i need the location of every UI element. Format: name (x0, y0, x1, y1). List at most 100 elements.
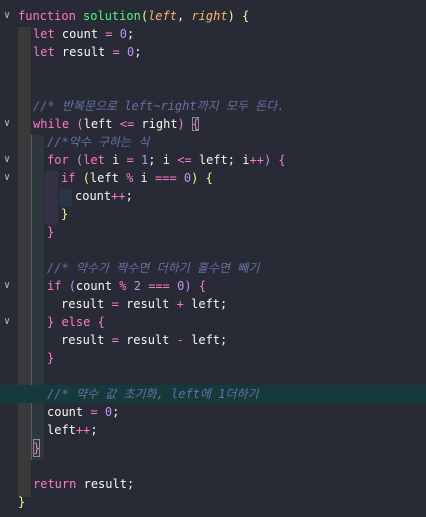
brace: } (47, 315, 55, 329)
current-line[interactable]: //* 약수 값 초기화, left에 1더하기 (0, 385, 426, 403)
operator: = (112, 45, 120, 59)
number: 0 (119, 27, 127, 41)
code-line[interactable]: //* 약수가 짝수면 더하기 홀수면 빼기 (0, 259, 426, 277)
identifier: result (61, 297, 105, 311)
keyword: if (61, 171, 76, 185)
code-line[interactable]: ∨ function solution(left, right) { (0, 7, 426, 25)
identifier: result (61, 45, 106, 59)
chevron-down-icon[interactable]: ∨ (1, 169, 13, 187)
identifier: left (47, 423, 76, 437)
identifier: i (162, 153, 170, 167)
comment: //* 약수가 짝수면 더하기 홀수면 빼기 (47, 261, 260, 275)
operator: = (105, 27, 113, 41)
code-line[interactable]: //* 반복문으로 left~right까지 모두 돈다. (0, 97, 426, 115)
chevron-down-icon[interactable]: ∨ (1, 7, 13, 25)
identifier: count (75, 189, 112, 203)
comment: //* 반복문으로 left~right까지 모두 돈다. (33, 99, 285, 113)
operator: === (155, 171, 177, 185)
identifier: result (126, 333, 170, 347)
code-line[interactable]: } (0, 439, 426, 457)
identifier: result (61, 333, 105, 347)
code-line[interactable]: ∨ if (left % i === 0) { (0, 169, 426, 187)
identifier: result (126, 297, 170, 311)
operator: <= (177, 153, 192, 167)
punct: ; (134, 45, 142, 59)
identifier: i (112, 153, 120, 167)
brace: } (33, 439, 41, 457)
code-line[interactable]: } (0, 205, 426, 223)
paren: ) (191, 171, 199, 185)
code-line[interactable]: result = result + left; (0, 295, 426, 313)
code-line[interactable]: ∨ if (count % 2 === 0) { (0, 277, 426, 295)
code-editor[interactable]: ∨ function solution(left, right) { let c… (0, 0, 426, 517)
brace: } (47, 351, 55, 365)
identifier: count (61, 27, 99, 41)
paren: ( (76, 117, 84, 131)
code-line[interactable]: return result; (0, 475, 426, 493)
code-line[interactable]: } (0, 349, 426, 367)
code-line[interactable]: } (0, 493, 426, 511)
identifier: left (89, 171, 119, 185)
punct: ; (220, 333, 228, 347)
punct: , (176, 9, 185, 23)
keyword: let (33, 27, 55, 41)
identifier: count (47, 405, 84, 419)
code-line[interactable]: let result = 0; (0, 43, 426, 61)
operator: + (176, 297, 184, 311)
code-line[interactable]: count = 0; (0, 403, 426, 421)
param: left (148, 9, 177, 23)
paren: ( (140, 9, 149, 23)
paren: ) (227, 9, 235, 23)
identifier: left (191, 333, 221, 347)
keyword: while (33, 117, 70, 131)
identifier: left (191, 297, 221, 311)
operator: % (126, 171, 134, 185)
operator: = (111, 333, 119, 347)
keyword: let (33, 45, 55, 59)
punct: ; (227, 153, 236, 167)
function-name: solution (83, 9, 141, 23)
code-line[interactable]: count++; (0, 187, 426, 205)
code-line[interactable]: let count = 0; (0, 25, 426, 43)
punct: ; (90, 423, 98, 437)
brace: } (18, 495, 26, 509)
keyword: else (61, 315, 91, 329)
code-line[interactable]: ∨ } else { (0, 313, 426, 331)
brace: { (192, 117, 200, 131)
punct: ; (220, 297, 228, 311)
brace: { (205, 171, 213, 185)
brace: { (97, 315, 105, 329)
operator: ++ (249, 153, 264, 167)
chevron-down-icon[interactable]: ∨ (1, 151, 13, 169)
number: 0 (104, 405, 113, 419)
chevron-down-icon[interactable]: ∨ (1, 313, 13, 331)
code-line[interactable]: ∨ while (left <= right) { (0, 115, 426, 133)
keyword: function (18, 9, 76, 23)
code-line[interactable]: left++; (0, 421, 426, 439)
operator: ++ (75, 423, 91, 437)
operator: <= (119, 117, 135, 131)
operator: - (176, 333, 184, 347)
identifier: result (83, 477, 127, 491)
chevron-down-icon[interactable]: ∨ (1, 115, 13, 133)
chevron-down-icon[interactable]: ∨ (1, 277, 13, 295)
paren: ( (68, 279, 76, 293)
keyword: if (47, 279, 62, 293)
brace: { (242, 9, 250, 23)
paren: ) (184, 279, 192, 293)
code-line[interactable]: //*약수 구하는 식 (0, 133, 426, 151)
brace: } (47, 225, 55, 239)
code-line[interactable]: ∨ for (let i = 1; i <= left; i++) { (0, 151, 426, 169)
code-line[interactable]: result = result - left; (0, 331, 426, 349)
number: 2 (133, 279, 141, 293)
paren: ) (263, 153, 272, 167)
brace: { (278, 153, 286, 167)
paren: ) (177, 117, 185, 131)
keyword: let (83, 153, 105, 167)
param: right (191, 9, 228, 23)
operator: = (126, 153, 134, 167)
operator: === (148, 279, 170, 293)
paren: ( (82, 171, 90, 185)
code-line[interactable]: } (0, 223, 426, 241)
identifier: i (140, 171, 148, 185)
